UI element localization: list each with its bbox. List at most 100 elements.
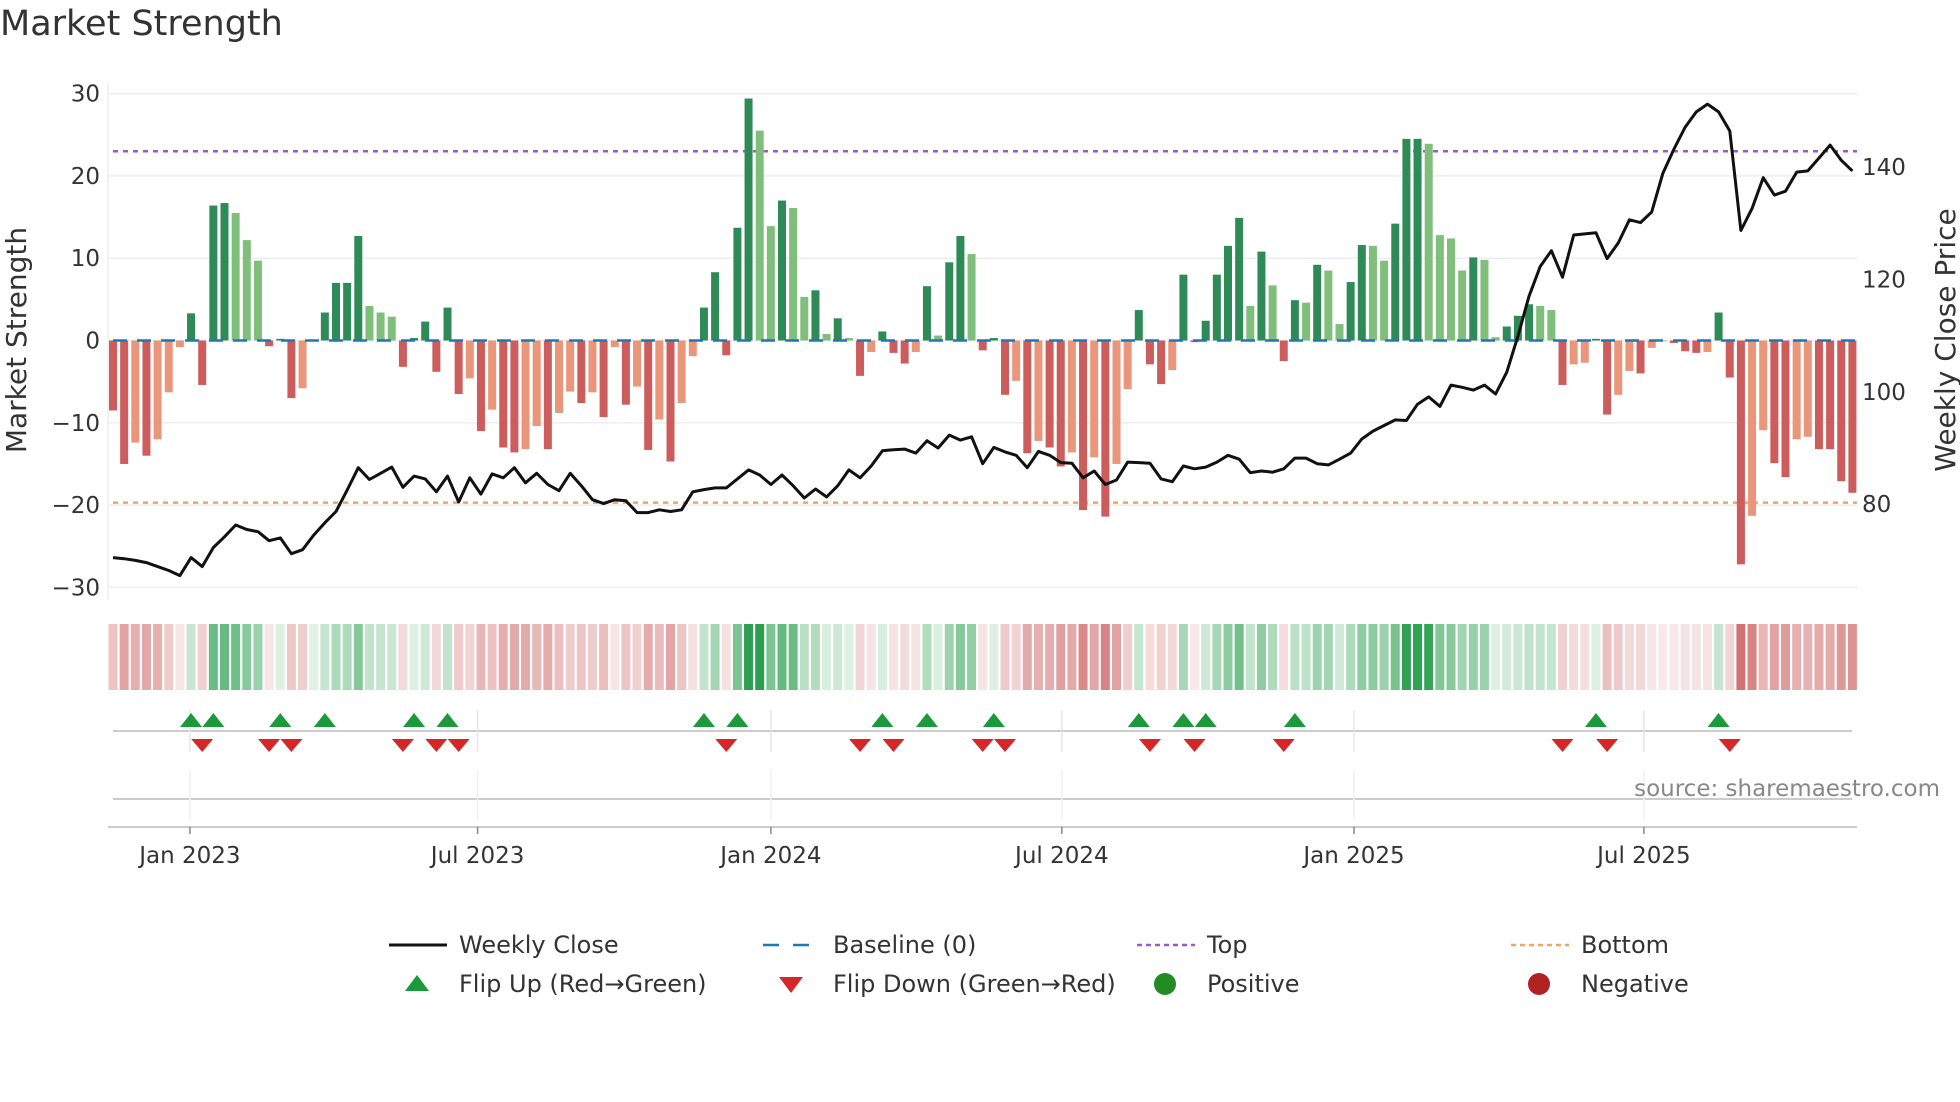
y-axis-left: 30 20 10 0 −10 −20 −30	[51, 82, 100, 602]
strength-bar	[1079, 340, 1088, 511]
strength-bar	[856, 340, 865, 376]
band-cell	[1825, 624, 1835, 690]
strength-bar	[398, 340, 407, 367]
band-cell	[621, 624, 631, 690]
strength-bar	[1703, 340, 1712, 353]
strength-bar	[1636, 340, 1645, 374]
x-tick-label: Jan 2024	[718, 843, 821, 869]
flip-up-icon	[403, 713, 426, 727]
strength-bar	[1502, 326, 1511, 341]
flip-down-icon	[425, 739, 448, 752]
band-cell	[1769, 624, 1779, 690]
flip-down-icon	[191, 739, 214, 752]
strength-bars	[109, 98, 1857, 565]
strength-bar	[900, 340, 909, 364]
band-cell	[844, 624, 854, 690]
band-cell	[1435, 624, 1445, 690]
flip-up-icon	[871, 713, 894, 727]
band-cell	[1078, 624, 1088, 690]
strength-bar	[1447, 238, 1455, 341]
legend-label: Baseline (0)	[833, 931, 976, 959]
flip-down-icon	[971, 739, 994, 752]
band-cell	[654, 624, 664, 690]
band-cell	[1290, 624, 1300, 690]
y-tick-label: −20	[51, 493, 100, 519]
strength-bar	[1145, 340, 1154, 365]
band-cell	[186, 624, 196, 690]
band-cell	[1067, 624, 1077, 690]
strength-bar	[922, 286, 931, 341]
strength-bar	[1368, 245, 1377, 341]
flip-up-icon	[1584, 713, 1607, 727]
x-tick-label: Jul 2023	[429, 843, 525, 869]
band-cell	[1535, 624, 1545, 690]
legend-label: Positive	[1207, 970, 1300, 998]
strength-bar	[209, 205, 218, 341]
band-cell	[1178, 624, 1188, 690]
strength-bar	[1023, 340, 1032, 454]
strength-bar	[1391, 223, 1400, 341]
band-cell	[944, 624, 954, 690]
flip-down-icon	[994, 739, 1016, 752]
band-cell	[1033, 624, 1043, 690]
band-cell	[978, 624, 988, 690]
strength-bar	[956, 235, 965, 341]
band-cell	[1758, 624, 1768, 690]
strength-bar	[1759, 340, 1768, 431]
band-cell	[119, 624, 129, 690]
band-cell	[610, 624, 620, 690]
band-cell	[967, 624, 977, 690]
strength-bar	[699, 307, 708, 341]
band-cell	[788, 624, 798, 690]
flip-up-icon	[1127, 713, 1150, 727]
band-cell	[1390, 624, 1400, 690]
band-cell	[587, 624, 597, 690]
band-cell	[1736, 624, 1746, 690]
band-cell	[1491, 624, 1501, 690]
strength-bar	[343, 282, 352, 341]
band-cell	[1558, 624, 1567, 690]
band-cell	[1847, 624, 1857, 690]
strength-bar	[365, 305, 374, 341]
band-cell	[1702, 624, 1712, 690]
strength-bar	[1547, 310, 1556, 341]
band-cell	[1223, 624, 1233, 690]
strength-bar	[1257, 251, 1266, 341]
y-tick-label: 30	[71, 82, 100, 108]
band-cell	[521, 624, 531, 690]
strength-bar	[1458, 270, 1467, 341]
band-cell	[253, 624, 263, 690]
x-tick-label: Jan 2023	[137, 843, 240, 869]
band-cell	[911, 624, 921, 690]
flip-up-icon	[269, 713, 292, 727]
band-cell	[777, 624, 787, 690]
strength-bar	[822, 333, 831, 341]
strength-bar	[332, 282, 340, 341]
strength-bar	[1681, 340, 1690, 352]
strength-bar	[1692, 340, 1701, 353]
band-cell	[1167, 624, 1177, 690]
band-cell	[342, 624, 352, 690]
flip-up-icon	[915, 713, 938, 727]
strength-bar	[198, 340, 207, 385]
strength-bar	[911, 340, 920, 353]
band-cell	[688, 624, 698, 690]
y2-tick-label: 120	[1862, 267, 1906, 293]
band-cell	[443, 624, 452, 690]
band-cell	[1134, 624, 1144, 690]
strength-bar	[555, 340, 563, 413]
strength-bar	[1012, 340, 1021, 381]
strength-bar	[1803, 340, 1812, 437]
band-cell	[509, 624, 519, 690]
strength-bar	[298, 340, 307, 389]
legend-label: Flip Down (Green→Red)	[833, 970, 1116, 998]
legend-flip-down-icon	[779, 977, 803, 993]
flip-up-icon	[1172, 713, 1195, 727]
strength-bar	[1603, 340, 1612, 415]
strength-bar	[488, 340, 497, 410]
flip-down-icon	[882, 739, 905, 752]
strength-bar	[967, 254, 976, 341]
strength-bar	[722, 340, 731, 356]
strength-bar	[1413, 138, 1422, 341]
strength-bar	[1357, 245, 1366, 341]
